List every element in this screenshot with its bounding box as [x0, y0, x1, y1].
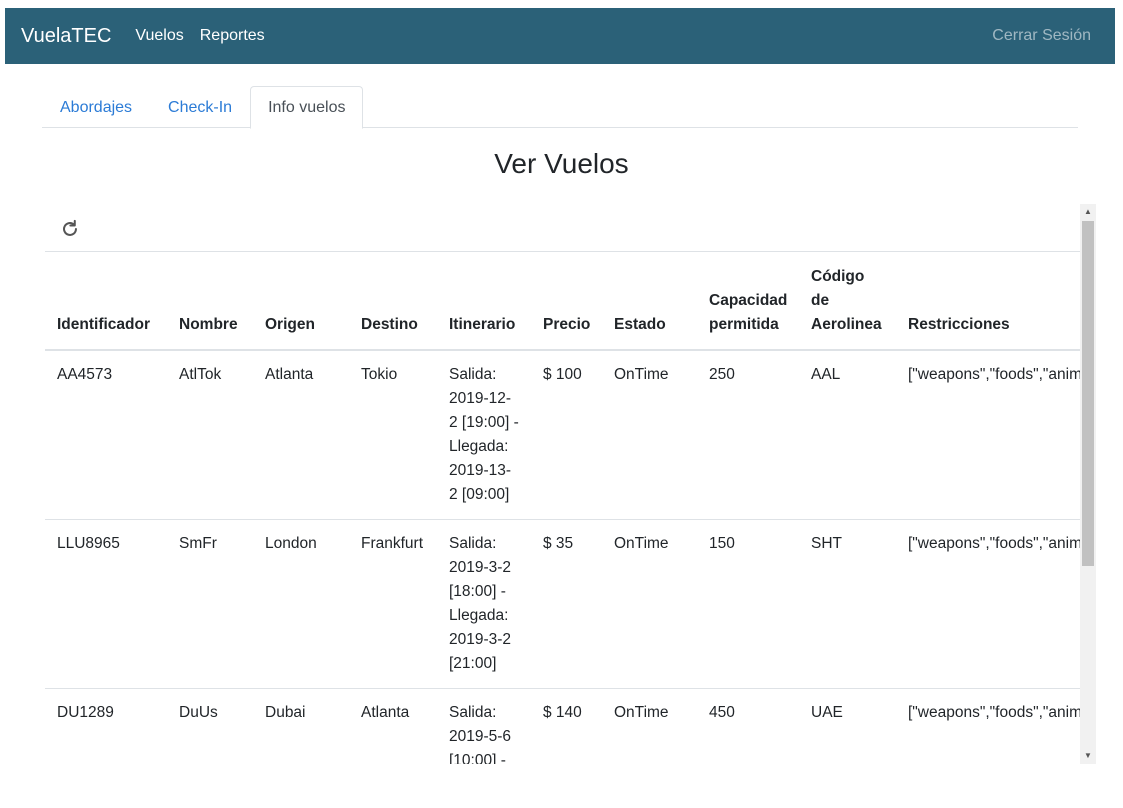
cell-estado: OnTime — [602, 519, 697, 689]
cell-itinerario: Salida: 2019-3-2 [18:00] - Llegada: 2019… — [437, 519, 531, 689]
table-row[interactable]: AA4573 AtlTok Atlanta Tokio Salida: 2019… — [45, 350, 1080, 520]
table-header-row: Identificador Nombre Origen Destino Itin… — [45, 252, 1080, 351]
table-row[interactable]: LLU8965 SmFr London Frankfurt Salida: 20… — [45, 519, 1080, 689]
refresh-icon[interactable] — [59, 218, 81, 240]
tab-abordajes[interactable]: Abordajes — [42, 86, 150, 128]
logout-link[interactable]: Cerrar Sesión — [992, 27, 1091, 45]
cell-estado: OnTime — [602, 350, 697, 520]
header-destino[interactable]: Destino — [349, 252, 437, 351]
cell-precio: $ 35 — [531, 519, 602, 689]
cell-restricciones: ["weapons","foods","animals"] — [896, 688, 1080, 764]
cell-codigo: UAE — [799, 688, 896, 764]
cell-itinerario: Salida: 2019-5-6 [10:00] - — [437, 688, 531, 764]
cell-precio: $ 100 — [531, 350, 602, 520]
cell-origen: Dubai — [253, 688, 349, 764]
navbar: VuelaTEC Vuelos Reportes Cerrar Sesión — [5, 8, 1115, 64]
cell-restricciones: ["weapons","foods","animals"] — [896, 519, 1080, 689]
scroll-up-arrow-icon[interactable]: ▲ — [1080, 204, 1096, 220]
cell-destino: Tokio — [349, 350, 437, 520]
cell-capacidad: 250 — [697, 350, 799, 520]
cell-destino: Frankfurt — [349, 519, 437, 689]
flights-table: Identificador Nombre Origen Destino Itin… — [45, 252, 1080, 764]
header-origen[interactable]: Origen — [253, 252, 349, 351]
nav-link-reportes[interactable]: Reportes — [200, 27, 265, 45]
cell-restricciones: ["weapons","foods","animals"] — [896, 350, 1080, 520]
cell-capacidad: 150 — [697, 519, 799, 689]
header-precio[interactable]: Precio — [531, 252, 602, 351]
header-codigo-aerolinea[interactable]: Código de Aerolinea — [799, 252, 896, 351]
header-capacidad[interactable]: Capacidad permitida — [697, 252, 799, 351]
cell-precio: $ 140 — [531, 688, 602, 764]
cell-origen: London — [253, 519, 349, 689]
flights-table-container[interactable]: Identificador Nombre Origen Destino Itin… — [45, 252, 1080, 764]
cell-origen: Atlanta — [253, 350, 349, 520]
nav-link-vuelos[interactable]: Vuelos — [135, 27, 183, 45]
cell-id: DU1289 — [45, 688, 167, 764]
page-title: Ver Vuelos — [494, 148, 629, 179]
cell-destino: Atlanta — [349, 688, 437, 764]
cell-estado: OnTime — [602, 688, 697, 764]
table-toolbar — [45, 204, 1096, 252]
cell-codigo: SHT — [799, 519, 896, 689]
cell-capacidad: 450 — [697, 688, 799, 764]
cell-nombre: DuUs — [167, 688, 253, 764]
cell-id: AA4573 — [45, 350, 167, 520]
brand-logo[interactable]: VuelaTEC — [21, 25, 111, 48]
cell-nombre: SmFr — [167, 519, 253, 689]
tab-info-vuelos[interactable]: Info vuelos — [250, 86, 364, 129]
cell-itinerario: Salida: 2019-12-2 [19:00] - Llegada: 201… — [437, 350, 531, 520]
tab-check-in[interactable]: Check-In — [150, 86, 250, 128]
tab-bar: Abordajes Check-In Info vuelos — [42, 86, 1078, 129]
flights-panel: Identificador Nombre Origen Destino Itin… — [45, 204, 1096, 764]
header-itinerario[interactable]: Itinerario — [437, 252, 531, 351]
header-identificador[interactable]: Identificador — [45, 252, 167, 351]
vertical-scrollbar[interactable]: ▲ ▼ — [1080, 204, 1096, 764]
cell-codigo: AAL — [799, 350, 896, 520]
table-row[interactable]: DU1289 DuUs Dubai Atlanta Salida: 2019-5… — [45, 688, 1080, 764]
header-estado[interactable]: Estado — [602, 252, 697, 351]
header-nombre[interactable]: Nombre — [167, 252, 253, 351]
scroll-down-arrow-icon[interactable]: ▼ — [1080, 748, 1096, 764]
scroll-thumb[interactable] — [1082, 221, 1094, 566]
cell-nombre: AtlTok — [167, 350, 253, 520]
cell-id: LLU8965 — [45, 519, 167, 689]
header-restricciones[interactable]: Restricciones — [896, 252, 1080, 351]
